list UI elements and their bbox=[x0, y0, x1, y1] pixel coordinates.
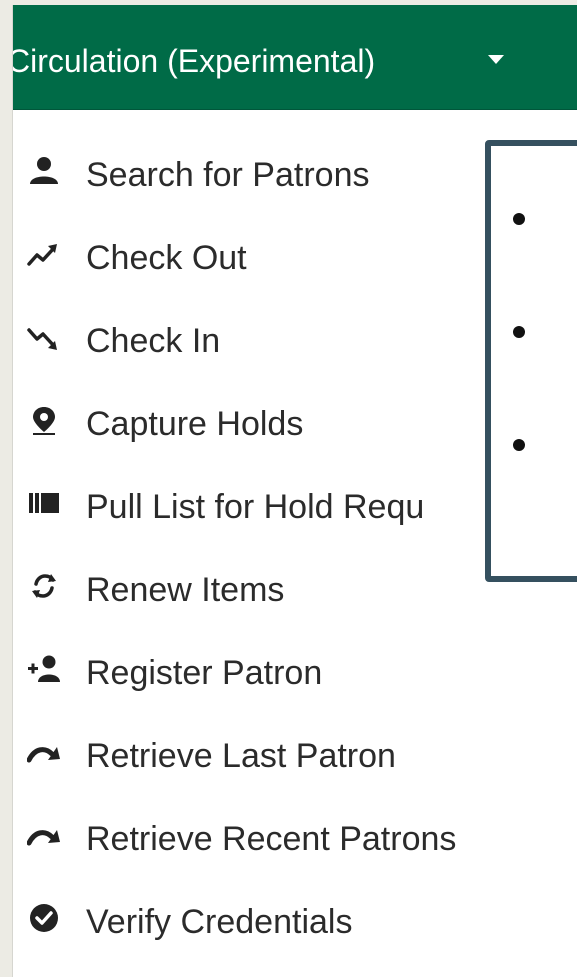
menu-item-retrieve-last-patron[interactable]: Retrieve Last Patron bbox=[13, 719, 577, 802]
refresh-icon bbox=[27, 571, 61, 601]
menu-header[interactable]: Circulation (Experimental) bbox=[13, 5, 577, 110]
menu-item-label: Pull List for Hold Requ bbox=[86, 488, 425, 526]
menu-item-label: Check Out bbox=[86, 239, 247, 277]
menu-item-label: Capture Holds bbox=[86, 405, 304, 443]
menu-item-label: Search for Patrons bbox=[86, 156, 370, 194]
menu-item-label: Verify Credentials bbox=[86, 903, 353, 941]
trend-down-icon bbox=[27, 322, 61, 352]
tooltip-popover bbox=[485, 140, 577, 582]
menu-item-label: Retrieve Recent Patrons bbox=[86, 820, 457, 858]
caret-down-icon[interactable] bbox=[488, 55, 504, 64]
curved-arrow-icon bbox=[27, 820, 61, 850]
curved-arrow-icon bbox=[27, 737, 61, 767]
tooltip-bullet bbox=[513, 213, 525, 225]
menu-item-retrieve-recent-patrons[interactable]: Retrieve Recent Patrons bbox=[13, 802, 577, 885]
tooltip-bullet bbox=[513, 439, 525, 451]
menu-title[interactable]: Circulation (Experimental) bbox=[13, 41, 375, 81]
map-pin-icon bbox=[27, 405, 61, 435]
barcode-icon bbox=[27, 488, 61, 518]
user-icon bbox=[27, 156, 61, 186]
tooltip-bullet bbox=[513, 326, 525, 338]
menu-item-label: Check In bbox=[86, 322, 221, 360]
menu-item-register-patron[interactable]: Register Patron bbox=[13, 636, 577, 719]
trend-up-icon bbox=[27, 239, 61, 269]
check-circle-icon bbox=[27, 903, 61, 933]
menu-item-label: Retrieve Last Patron bbox=[86, 737, 396, 775]
menu-item-verify-credentials[interactable]: Verify Credentials bbox=[13, 885, 577, 968]
menu-item-label: Register Patron bbox=[86, 654, 323, 692]
menu-item-label: Renew Items bbox=[86, 571, 285, 609]
user-plus-icon bbox=[27, 654, 61, 684]
